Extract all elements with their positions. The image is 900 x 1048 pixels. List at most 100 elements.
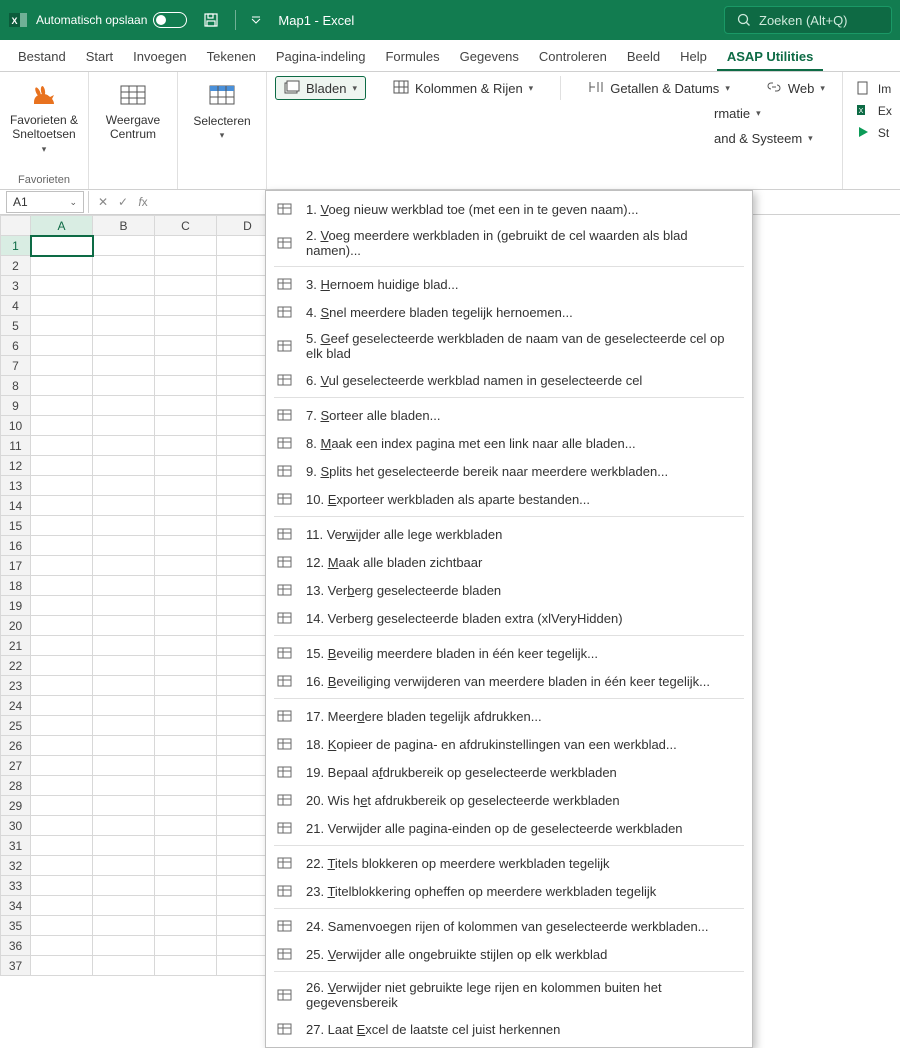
cell[interactable] [93, 816, 155, 836]
tab-asap-utilities[interactable]: ASAP Utilities [717, 43, 823, 71]
row-header[interactable]: 19 [1, 596, 31, 616]
cell[interactable] [155, 616, 217, 636]
row-header[interactable]: 21 [1, 636, 31, 656]
cell[interactable] [31, 716, 93, 736]
cell[interactable] [155, 796, 217, 816]
column-header[interactable]: A [31, 216, 93, 236]
row-header[interactable]: 24 [1, 696, 31, 716]
menu-item-10[interactable]: 10. Exporteer werkbladen als aparte best… [266, 485, 752, 513]
cell[interactable] [155, 276, 217, 296]
cell[interactable] [93, 336, 155, 356]
menu-item-11[interactable]: 11. Verwijder alle lege werkbladen [266, 520, 752, 548]
cell[interactable] [93, 696, 155, 716]
cell[interactable] [31, 796, 93, 816]
cell[interactable] [93, 796, 155, 816]
menu-item-2[interactable]: 2. Voeg meerdere werkbladen in (gebruikt… [266, 223, 752, 263]
row-header[interactable]: 9 [1, 396, 31, 416]
cell[interactable] [93, 376, 155, 396]
cell[interactable] [31, 556, 93, 576]
row-header[interactable]: 18 [1, 576, 31, 596]
cell[interactable] [93, 876, 155, 896]
row-header[interactable]: 10 [1, 416, 31, 436]
cell[interactable] [155, 756, 217, 776]
cell[interactable] [93, 516, 155, 536]
search-box[interactable] [724, 6, 892, 34]
autosave-toggle[interactable]: Automatisch opslaan [36, 12, 187, 28]
menu-item-22[interactable]: 22. Titels blokkeren op meerdere werkbla… [266, 849, 752, 877]
cell[interactable] [155, 516, 217, 536]
cell[interactable] [155, 736, 217, 756]
cell[interactable] [93, 896, 155, 916]
menu-item-20[interactable]: 20. Wis het afdrukbereik op geselecteerd… [266, 786, 752, 814]
tab-controleren[interactable]: Controleren [529, 43, 617, 71]
cell[interactable] [31, 516, 93, 536]
qat-dropdown[interactable] [242, 6, 270, 34]
cell[interactable] [31, 576, 93, 596]
cell[interactable] [31, 616, 93, 636]
cell[interactable] [155, 316, 217, 336]
cell[interactable] [31, 836, 93, 856]
cell[interactable] [155, 876, 217, 896]
column-header[interactable]: C [155, 216, 217, 236]
cell[interactable] [31, 876, 93, 896]
cell[interactable] [31, 656, 93, 676]
row-header[interactable]: 12 [1, 456, 31, 476]
cell[interactable] [155, 896, 217, 916]
cell[interactable] [31, 776, 93, 796]
cell[interactable] [155, 456, 217, 476]
cell[interactable] [93, 296, 155, 316]
cell[interactable] [155, 596, 217, 616]
select-all-corner[interactable] [1, 216, 31, 236]
menu-item-1[interactable]: 1. Voeg nieuw werkblad toe (met een in t… [266, 195, 752, 223]
cell[interactable] [93, 916, 155, 936]
tab-beeld[interactable]: Beeld [617, 43, 670, 71]
fx-icon[interactable]: fx [133, 195, 153, 209]
tab-pagina-indeling[interactable]: Pagina-indeling [266, 43, 376, 71]
column-header[interactable]: B [93, 216, 155, 236]
cell[interactable] [155, 936, 217, 956]
cell[interactable] [155, 396, 217, 416]
cell[interactable] [155, 536, 217, 556]
save-button[interactable] [197, 6, 225, 34]
cell[interactable] [31, 456, 93, 476]
row-header[interactable]: 20 [1, 616, 31, 636]
menu-item-7[interactable]: 7. Sorteer alle bladen... [266, 401, 752, 429]
cell[interactable] [93, 396, 155, 416]
cell[interactable] [31, 236, 93, 256]
row-header[interactable]: 22 [1, 656, 31, 676]
name-box[interactable]: A1 ⌄ [6, 191, 84, 213]
menu-item-17[interactable]: 17. Meerdere bladen tegelijk afdrukken..… [266, 702, 752, 730]
cell[interactable] [155, 696, 217, 716]
cell[interactable] [155, 716, 217, 736]
cell[interactable] [93, 536, 155, 556]
cell[interactable] [155, 956, 217, 976]
tab-invoegen[interactable]: Invoegen [123, 43, 197, 71]
cell[interactable] [31, 396, 93, 416]
menu-item-15[interactable]: 15. Beveilig meerdere bladen in één keer… [266, 639, 752, 667]
cell[interactable] [93, 776, 155, 796]
menu-item-24[interactable]: 24. Samenvoegen rijen of kolommen van ge… [266, 912, 752, 940]
cell[interactable] [93, 556, 155, 576]
row-header[interactable]: 37 [1, 956, 31, 976]
cell[interactable] [31, 896, 93, 916]
menu-item-6[interactable]: 6. Vul geselecteerde werkblad namen in g… [266, 366, 752, 394]
cell[interactable] [155, 256, 217, 276]
cell[interactable] [31, 296, 93, 316]
cell[interactable] [93, 496, 155, 516]
row-header[interactable]: 17 [1, 556, 31, 576]
cell[interactable] [31, 756, 93, 776]
cell[interactable] [93, 276, 155, 296]
tab-start[interactable]: Start [76, 43, 123, 71]
menu-item-27[interactable]: 27. Laat Excel de laatste cel juist herk… [266, 1015, 752, 1043]
row-header[interactable]: 2 [1, 256, 31, 276]
cell[interactable] [93, 716, 155, 736]
cell[interactable] [31, 316, 93, 336]
cell[interactable] [155, 676, 217, 696]
ex-button[interactable]: XEx [851, 100, 897, 122]
row-header[interactable]: 13 [1, 476, 31, 496]
row-header[interactable]: 31 [1, 836, 31, 856]
row-header[interactable]: 25 [1, 716, 31, 736]
row-header[interactable]: 29 [1, 796, 31, 816]
bladen-menu-button[interactable]: Bladen▾ [275, 76, 366, 100]
cell[interactable] [31, 436, 93, 456]
